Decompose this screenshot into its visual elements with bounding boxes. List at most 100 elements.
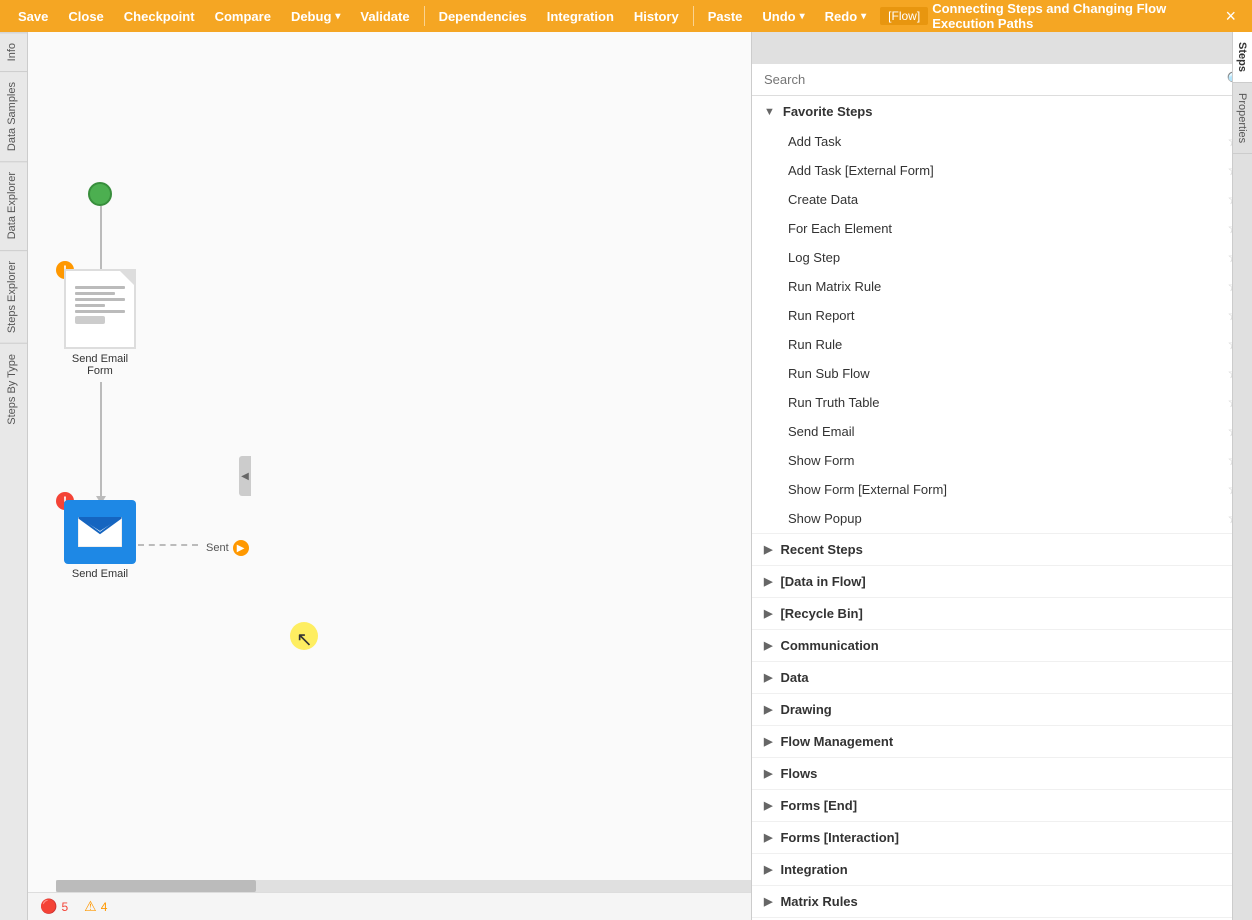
sidebar-tab-steps-by-type[interactable]: Steps By Type [0, 343, 27, 435]
right-edge-tabs: Steps Properties [1232, 32, 1252, 920]
compare-button[interactable]: Compare [205, 0, 281, 32]
form-step-label: Send EmailForm [72, 353, 128, 377]
checkpoint-button[interactable]: Checkpoint [114, 0, 205, 32]
tree-group: ▶Data [752, 662, 1252, 694]
form-lines [75, 283, 125, 327]
group-header[interactable]: ▶Drawing [752, 694, 1252, 725]
page-title: Connecting Steps and Changing Flow Execu… [932, 1, 1217, 31]
tree-item[interactable]: Add Task☆ [752, 127, 1252, 156]
email-step-label: Send Email [72, 568, 128, 580]
tree-group: ▶Flows [752, 758, 1252, 790]
redo-dropdown[interactable]: Redo ▾ [815, 0, 877, 32]
main-layout: Info Data Samples Data Explorer Steps Ex… [0, 32, 1252, 920]
tree-group: ▶Forms [End] [752, 790, 1252, 822]
tree-item[interactable]: Show Form☆ [752, 446, 1252, 475]
right-panel: 🔍 ▼ Favorite Steps Add Task☆Add Task [Ex… [752, 32, 1252, 920]
flow-tag: [Flow] [880, 7, 928, 25]
email-envelope [78, 517, 122, 547]
tree-item[interactable]: Log Step☆ [752, 243, 1252, 272]
tree-group: ▶[Recycle Bin] [752, 598, 1252, 630]
tree-group: ▶Integration [752, 854, 1252, 886]
tree-item[interactable]: For Each Element☆ [752, 214, 1252, 243]
start-circle [88, 182, 112, 206]
paste-button[interactable]: Paste [698, 0, 753, 32]
chevron-right-icon: ▶ [764, 863, 772, 876]
connector-arrow: ▶ [233, 540, 249, 556]
sidebar-tab-steps-explorer[interactable]: Steps Explorer [0, 250, 27, 343]
error-icon: 🔴 [40, 898, 57, 915]
steps-tree: ▼ Favorite Steps Add Task☆Add Task [Exte… [752, 96, 1252, 920]
tree-group: ▶Forms [Interaction] [752, 822, 1252, 854]
chevron-right-icon: ▶ [764, 735, 772, 748]
undo-dropdown[interactable]: Undo ▾ [752, 0, 814, 32]
favorite-steps-label: Favorite Steps [783, 104, 873, 119]
connector-line-2 [100, 382, 102, 500]
group-header[interactable]: ▶Data [752, 662, 1252, 693]
group-header[interactable]: ▶Flows [752, 758, 1252, 789]
dashed-connector [138, 544, 198, 546]
canvas-scrollbar[interactable] [56, 880, 751, 892]
error-status: 🔴 5 [40, 898, 68, 915]
group-header[interactable]: ▶Forms [Interaction] [752, 822, 1252, 853]
favorite-steps-header[interactable]: ▼ Favorite Steps [752, 96, 1252, 127]
connector-line-1 [100, 206, 102, 276]
scrollbar-thumb[interactable] [56, 880, 256, 892]
collapsed-groups: ▶Recent Steps▶[Data in Flow]▶[Recycle Bi… [752, 534, 1252, 920]
start-node[interactable] [88, 182, 112, 206]
debug-dropdown[interactable]: Debug ▾ [281, 0, 350, 32]
email-icon-box [64, 500, 136, 564]
tree-item[interactable]: Run Truth Table☆ [752, 388, 1252, 417]
steps-tab[interactable]: Steps [1233, 32, 1252, 83]
search-input[interactable] [760, 68, 1227, 91]
integration-button[interactable]: Integration [537, 0, 624, 32]
canvas-area[interactable]: ! Send EmailForm [28, 32, 752, 920]
sent-label-container: Sent ▶ [206, 540, 249, 556]
separator [424, 6, 425, 26]
validate-button[interactable]: Validate [350, 0, 419, 32]
dependencies-button[interactable]: Dependencies [429, 0, 537, 32]
tree-item[interactable]: Add Task [External Form]☆ [752, 156, 1252, 185]
favorite-steps-items: Add Task☆Add Task [External Form]☆Create… [752, 127, 1252, 533]
group-header[interactable]: ▶Integration [752, 854, 1252, 885]
tree-item[interactable]: Send Email☆ [752, 417, 1252, 446]
tree-item[interactable]: Show Popup☆ [752, 504, 1252, 533]
toolbar: Save Close Checkpoint Compare Debug ▾ Va… [0, 0, 1252, 32]
collapse-handle[interactable]: ◀ [239, 456, 251, 496]
tree-item[interactable]: Run Sub Flow☆ [752, 359, 1252, 388]
error-count: 5 [61, 900, 68, 914]
group-header[interactable]: ▶[Data in Flow] [752, 566, 1252, 597]
sidebar-tab-data-samples[interactable]: Data Samples [0, 71, 27, 161]
tree-group: ▶Flow Management [752, 726, 1252, 758]
history-button[interactable]: History [624, 0, 689, 32]
properties-tab[interactable]: Properties [1233, 83, 1252, 154]
chevron-right-icon: ▶ [764, 703, 772, 716]
send-email-step[interactable]: ! Send Email [64, 500, 136, 580]
sidebar-tab-data-explorer[interactable]: Data Explorer [0, 161, 27, 249]
save-button[interactable]: Save [8, 0, 58, 32]
tree-item[interactable]: Show Form [External Form]☆ [752, 475, 1252, 504]
chevron-right-icon: ▶ [764, 575, 772, 588]
tree-item[interactable]: Run Report☆ [752, 301, 1252, 330]
chevron-right-icon: ▶ [764, 799, 772, 812]
group-header[interactable]: ▶Recent Steps [752, 534, 1252, 565]
tree-item[interactable]: Run Matrix Rule☆ [752, 272, 1252, 301]
sidebar-tab-info[interactable]: Info [0, 32, 27, 71]
group-header[interactable]: ▶Flow Management [752, 726, 1252, 757]
send-email-form-step[interactable]: ! Send EmailForm [64, 269, 136, 377]
close-button[interactable]: Close [58, 0, 113, 32]
left-sidebar: Info Data Samples Data Explorer Steps Ex… [0, 32, 28, 920]
status-bar: 🔴 5 ⚠ 4 [28, 892, 751, 920]
group-header[interactable]: ▶Communication [752, 630, 1252, 661]
tree-item[interactable]: Run Rule☆ [752, 330, 1252, 359]
group-header[interactable]: ▶Forms [End] [752, 790, 1252, 821]
tree-item[interactable]: Create Data☆ [752, 185, 1252, 214]
group-header[interactable]: ▶[Recycle Bin] [752, 598, 1252, 629]
chevron-right-icon: ▶ [764, 607, 772, 620]
chevron-right-icon: ▶ [764, 831, 772, 844]
separator2 [693, 6, 694, 26]
group-header[interactable]: ▶Matrix Rules [752, 886, 1252, 917]
sent-text: Sent [206, 542, 229, 554]
chevron-right-icon: ▶ [764, 767, 772, 780]
tree-group: ▶Communication [752, 630, 1252, 662]
close-icon[interactable]: × [1217, 6, 1244, 27]
